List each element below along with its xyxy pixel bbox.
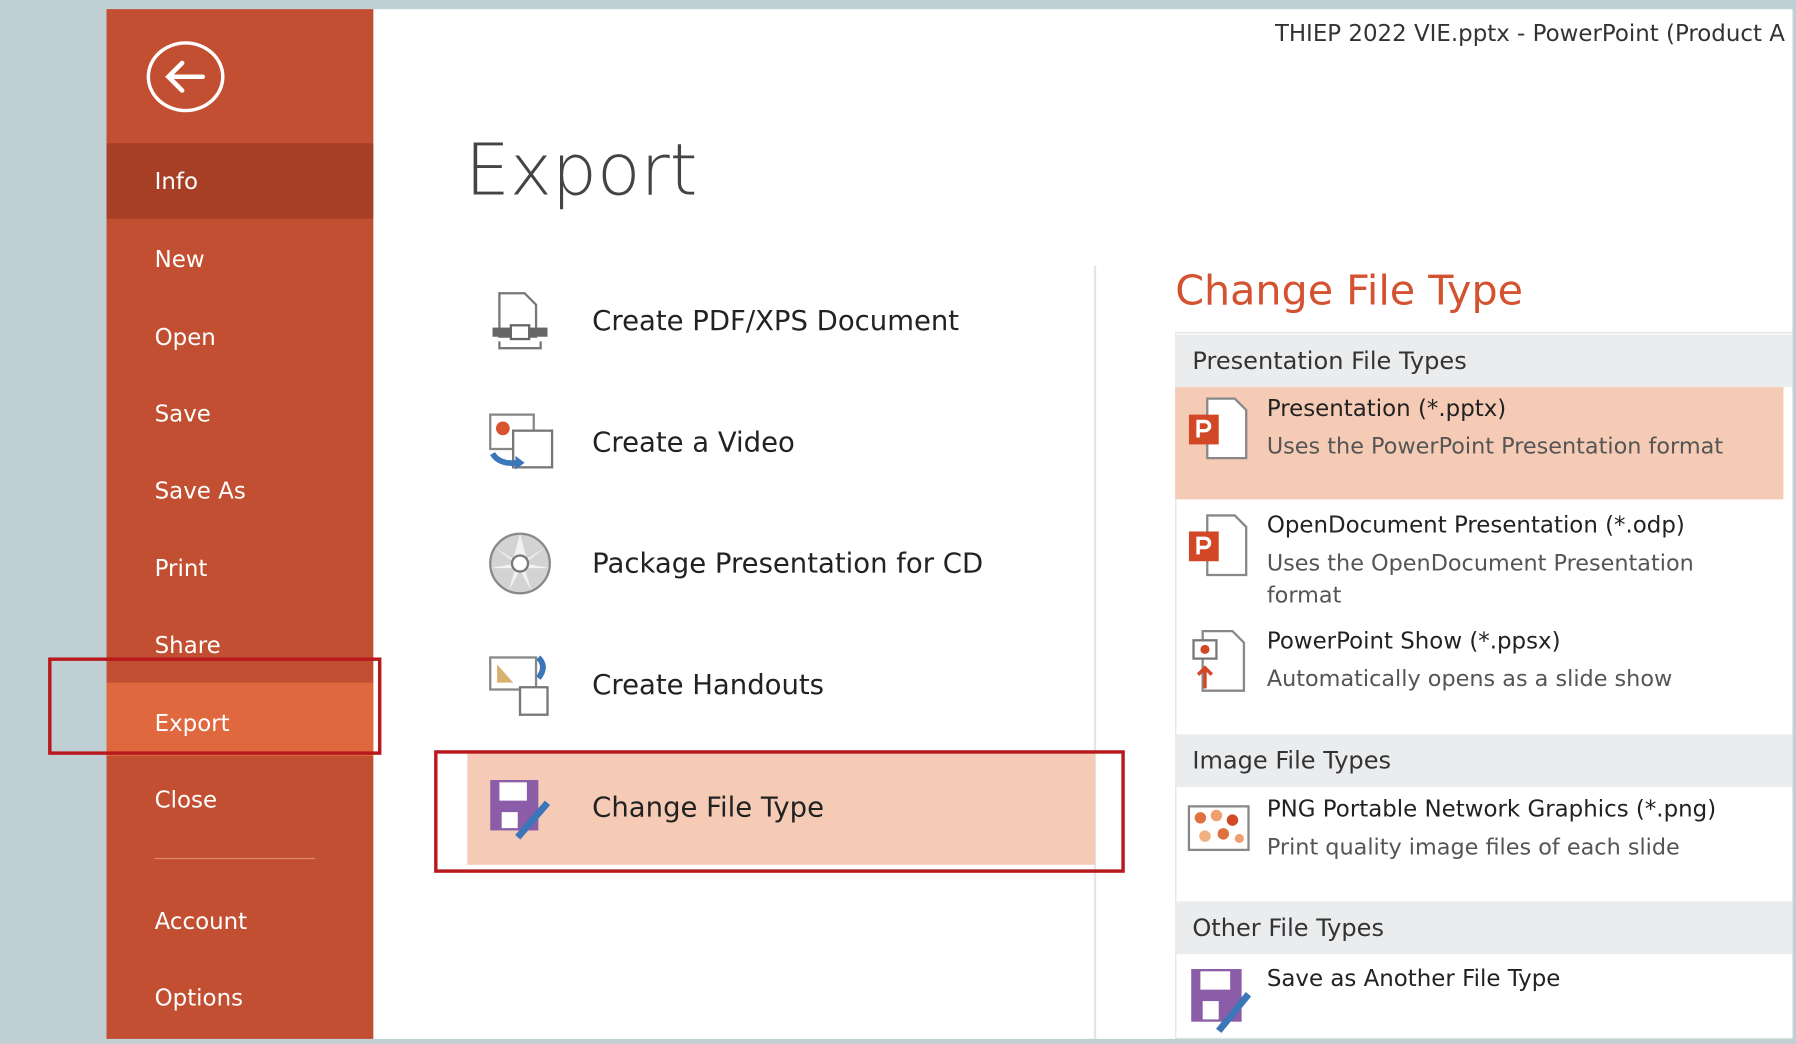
sidebar-item-info[interactable]: Info xyxy=(106,143,374,219)
file-type-description: Automatically opens as a slide show xyxy=(1266,665,1673,692)
create-video-option[interactable]: Create a Video xyxy=(467,385,1095,500)
file-type-save-as-another[interactable]: Save as Another File Type xyxy=(1175,958,1792,1034)
ppsx-file-icon xyxy=(1192,629,1246,692)
backstage-sidebar: Info New Open Save Save As Print Share E… xyxy=(106,9,374,1039)
handouts-icon xyxy=(489,655,549,716)
file-type-name: Presentation (*.pptx) xyxy=(1266,394,1507,422)
create-handouts-option[interactable]: Create Handouts xyxy=(467,628,1095,743)
section-header-presentation: Presentation File Types xyxy=(1175,334,1793,388)
arrow-left-icon xyxy=(165,60,206,93)
panel-title: Change File Type xyxy=(1175,268,1524,315)
file-type-name: Save as Another File Type xyxy=(1266,964,1561,992)
option-label: Create Handouts xyxy=(592,668,824,701)
file-type-description: Uses the PowerPoint Presentation format xyxy=(1266,432,1724,460)
sidebar-item-options[interactable]: Options xyxy=(107,960,374,1036)
sidebar-item-save-as[interactable]: Save As xyxy=(107,452,374,528)
file-type-pptx[interactable]: Presentation (*.pptx) Uses the PowerPoin… xyxy=(1175,387,1784,500)
page-title: Export xyxy=(465,128,698,212)
floppy-edit-icon xyxy=(1191,969,1251,1034)
option-label: Create a Video xyxy=(592,426,795,459)
section-header-image: Image File Types xyxy=(1175,734,1793,787)
sidebar-item-save[interactable]: Save xyxy=(107,376,374,452)
sidebar-item-new[interactable]: New xyxy=(107,221,374,297)
section-header-other: Other File Types xyxy=(1175,901,1793,955)
package-for-cd-option[interactable]: Package Presentation for CD xyxy=(467,506,1095,621)
file-type-name: PowerPoint Show (*.ppsx) xyxy=(1266,626,1561,655)
file-type-name: OpenDocument Presentation (*.odp) xyxy=(1266,510,1685,539)
pdf-document-icon xyxy=(492,292,548,350)
sidebar-item-print[interactable]: Print xyxy=(107,530,374,606)
annotation-box-change-file-type xyxy=(434,750,1125,873)
window-title: THIEP 2022 VIE.pptx - PowerPoint (Produc… xyxy=(1274,19,1785,47)
sidebar-item-open[interactable]: Open xyxy=(107,299,374,375)
file-type-png[interactable]: PNG Portable Network Graphics (*.png) Pr… xyxy=(1175,788,1792,891)
file-type-ppsx[interactable]: PowerPoint Show (*.ppsx) Automatically o… xyxy=(1175,620,1792,730)
file-type-description: Print quality image files of each slide xyxy=(1266,833,1680,861)
file-type-description: Uses the OpenDocument Presentation forma… xyxy=(1266,549,1694,609)
option-label: Package Presentation for CD xyxy=(592,547,984,580)
file-type-odp[interactable]: OpenDocument Presentation (*.odp) Uses t… xyxy=(1175,504,1792,619)
pptx-file-icon xyxy=(1188,397,1248,460)
png-image-icon xyxy=(1187,805,1250,852)
cd-icon xyxy=(489,532,551,595)
create-pdf-xps-option[interactable]: Create PDF/XPS Document xyxy=(467,263,1095,378)
back-button[interactable] xyxy=(146,41,225,113)
odp-file-icon xyxy=(1188,514,1248,577)
annotation-box-export xyxy=(48,657,382,755)
sidebar-divider xyxy=(154,857,315,860)
file-type-name: PNG Portable Network Graphics (*.png) xyxy=(1266,794,1717,823)
sidebar-item-close[interactable]: Close xyxy=(107,762,374,838)
video-icon xyxy=(489,413,554,470)
option-label: Create PDF/XPS Document xyxy=(592,304,960,337)
sidebar-item-account[interactable]: Account xyxy=(107,883,374,959)
